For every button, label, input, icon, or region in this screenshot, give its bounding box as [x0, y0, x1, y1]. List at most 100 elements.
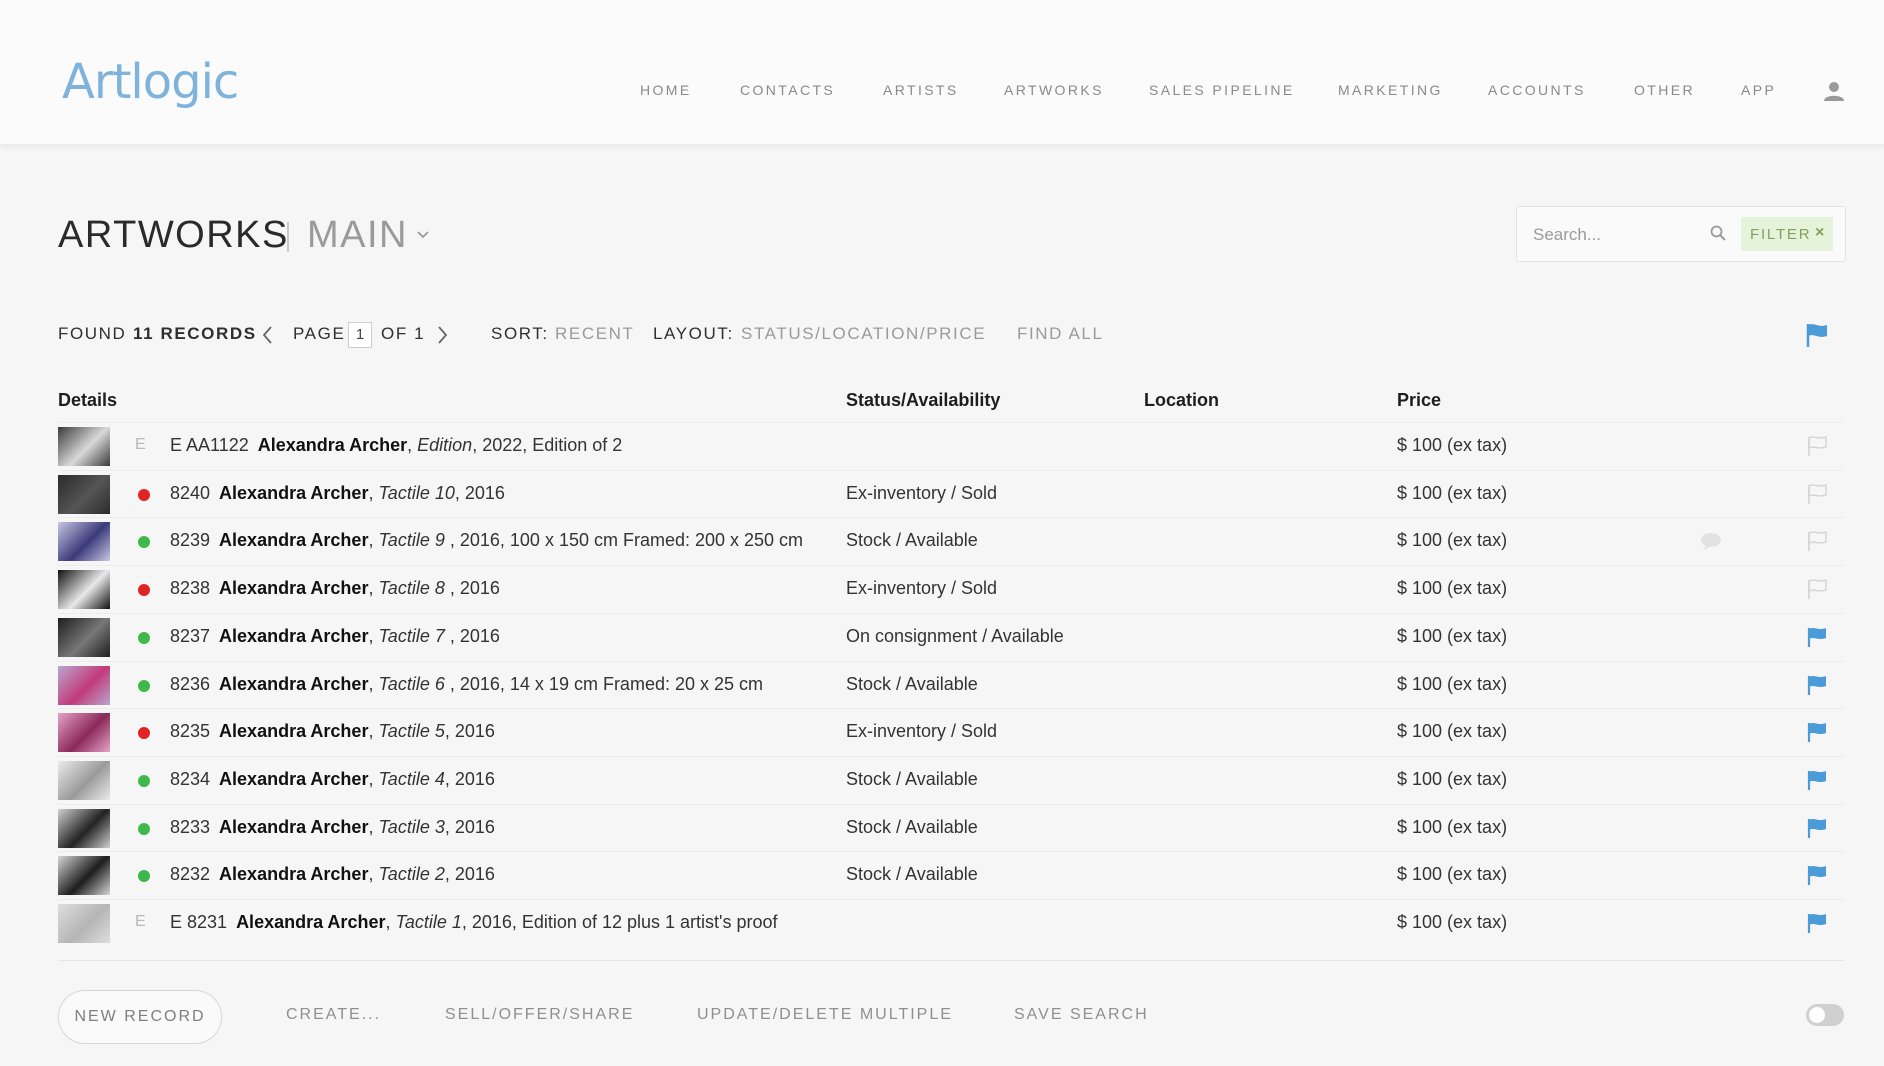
artwork-thumbnail[interactable]: [58, 570, 110, 610]
artwork-details[interactable]: 8236 Alexandra Archer, Tactile 6 , 2016,…: [170, 674, 880, 695]
separator: [210, 530, 219, 550]
artwork-thumbnail[interactable]: [58, 665, 110, 705]
artist-name[interactable]: Alexandra Archer: [219, 721, 368, 741]
nav-app[interactable]: APP: [1741, 82, 1776, 98]
save-search-link[interactable]: SAVE SEARCH: [1014, 1006, 1149, 1024]
artwork-details[interactable]: E AA1122 Alexandra Archer, Edition, 2022…: [170, 435, 880, 456]
artwork-thumbnail[interactable]: [58, 427, 110, 466]
update-delete-multiple-link[interactable]: UPDATE/DELETE MULTIPLE: [697, 1006, 953, 1024]
flag-icon[interactable]: [1806, 578, 1828, 600]
artwork-thumbnail[interactable]: [58, 522, 110, 562]
sort-label: SORT:: [491, 324, 549, 343]
view-toggle[interactable]: [1806, 1004, 1844, 1026]
artwork-title: Tactile 5: [378, 721, 445, 742]
status-dot-available: [138, 679, 150, 692]
separator: ,: [407, 435, 418, 455]
search-icon[interactable]: [1709, 224, 1727, 242]
main-nav: HOME CONTACTS ARTISTS ARTWORKS SALES PIP…: [0, 82, 1884, 102]
sort-value[interactable]: RECENT: [555, 324, 635, 344]
artwork-details[interactable]: 8235 Alexandra Archer, Tactile 5, 2016: [170, 721, 880, 742]
artwork-thumbnail[interactable]: [58, 856, 110, 896]
flag-icon[interactable]: [1805, 322, 1829, 348]
nav-accounts[interactable]: ACCOUNTS: [1488, 82, 1586, 98]
create-link[interactable]: CREATE...: [286, 1006, 381, 1024]
status-dot-available: [138, 822, 150, 835]
flag-icon[interactable]: [1806, 912, 1828, 934]
artwork-details[interactable]: 8234 Alexandra Archer, Tactile 4, 2016: [170, 769, 880, 790]
separator: [210, 864, 219, 884]
table-row[interactable]: 8232 Alexandra Archer, Tactile 2, 2016 St…: [58, 851, 1844, 899]
separator: ,: [368, 578, 379, 599]
artwork-thumbnail[interactable]: [58, 904, 110, 943]
table-row[interactable]: 8234 Alexandra Archer, Tactile 4, 2016 St…: [58, 755, 1844, 804]
flag-icon[interactable]: [1806, 769, 1828, 791]
layout-value[interactable]: STATUS/LOCATION/PRICE: [741, 324, 986, 344]
flag-icon[interactable]: [1806, 817, 1828, 839]
chevron-down-icon[interactable]: [416, 228, 430, 242]
artist-name[interactable]: Alexandra Archer: [219, 864, 368, 884]
artwork-details[interactable]: 8240 Alexandra Archer, Tactile 10, 2016: [170, 483, 880, 504]
artist-name[interactable]: Alexandra Archer: [219, 817, 368, 837]
separator: ,: [368, 530, 379, 551]
status-dot-available: [138, 536, 150, 549]
table-row[interactable]: 8233 Alexandra Archer, Tactile 3, 2016 St…: [58, 803, 1844, 852]
table-row[interactable]: 8239 Alexandra Archer, Tactile 9 , 2016,…: [58, 517, 1844, 565]
table-row[interactable]: E E 8231 Alexandra Archer, Tactile 1, 201…: [58, 899, 1844, 947]
artwork-thumbnail[interactable]: [58, 760, 110, 800]
chevron-right-icon[interactable]: [434, 324, 450, 346]
filter-chip[interactable]: FILTER ×: [1741, 217, 1833, 251]
chevron-left-icon[interactable]: [260, 324, 276, 346]
nav-artworks[interactable]: ARTWORKS: [1004, 82, 1104, 98]
close-icon[interactable]: ×: [1815, 224, 1824, 242]
nav-artists[interactable]: ARTISTS: [883, 82, 959, 98]
artwork-details[interactable]: 8237 Alexandra Archer, Tactile 7 , 2016: [170, 626, 880, 647]
artwork-details[interactable]: 8232 Alexandra Archer, Tactile 2, 2016: [170, 864, 880, 885]
artist-name[interactable]: Alexandra Archer: [219, 674, 368, 694]
table-row[interactable]: 8235 Alexandra Archer, Tactile 5, 2016 Ex…: [58, 708, 1844, 756]
table-row[interactable]: 8240 Alexandra Archer, Tactile 10, 2016 E…: [58, 469, 1844, 518]
nav-marketing[interactable]: MARKETING: [1338, 82, 1443, 98]
artwork-details[interactable]: 8233 Alexandra Archer, Tactile 3, 2016: [170, 817, 880, 838]
sell-offer-share-link[interactable]: SELL/OFFER/SHARE: [445, 1006, 634, 1024]
artist-name[interactable]: Alexandra Archer: [219, 483, 368, 503]
user-icon[interactable]: [1823, 80, 1845, 102]
table-row[interactable]: 8237 Alexandra Archer, Tactile 7 , 2016 O…: [58, 612, 1844, 661]
artist-name[interactable]: Alexandra Archer: [236, 912, 385, 932]
nav-contacts[interactable]: CONTACTS: [740, 82, 835, 98]
artwork-details[interactable]: 8239 Alexandra Archer, Tactile 9 , 2016,…: [170, 530, 880, 551]
artwork-thumbnail[interactable]: [58, 474, 110, 514]
status-availability: Stock / Available: [846, 530, 978, 551]
view-selector[interactable]: MAIN: [307, 214, 408, 257]
table-row[interactable]: 8238 Alexandra Archer, Tactile 8 , 2016 E…: [58, 565, 1844, 613]
artist-name[interactable]: Alexandra Archer: [219, 578, 368, 598]
artist-name[interactable]: Alexandra Archer: [258, 435, 407, 455]
artwork-thumbnail[interactable]: [58, 617, 110, 657]
new-record-button[interactable]: NEW RECORD: [58, 990, 222, 1044]
artwork-thumbnail[interactable]: [58, 808, 110, 848]
comment-icon[interactable]: [1700, 532, 1722, 551]
find-all-link[interactable]: FIND ALL: [1017, 324, 1104, 344]
page-of-label: OF 1: [381, 324, 426, 343]
flag-icon[interactable]: [1806, 721, 1828, 743]
nav-sales-pipeline[interactable]: SALES PIPELINE: [1149, 82, 1295, 98]
found-label: FOUND: [58, 324, 127, 343]
table-divider: [58, 960, 1844, 961]
artist-name[interactable]: Alexandra Archer: [219, 769, 368, 789]
flag-icon[interactable]: [1806, 674, 1828, 696]
artwork-details[interactable]: E 8231 Alexandra Archer, Tactile 1, 2016…: [170, 912, 880, 933]
artist-name[interactable]: Alexandra Archer: [219, 530, 368, 550]
flag-icon[interactable]: [1806, 626, 1828, 648]
flag-icon[interactable]: [1806, 483, 1828, 505]
table-row[interactable]: 8236 Alexandra Archer, Tactile 6 , 2016,…: [58, 660, 1844, 709]
artist-name[interactable]: Alexandra Archer: [219, 626, 368, 646]
flag-icon[interactable]: [1806, 530, 1828, 552]
artwork-thumbnail[interactable]: [58, 713, 110, 753]
nav-home[interactable]: HOME: [640, 82, 692, 98]
flag-icon[interactable]: [1806, 864, 1828, 886]
table-row[interactable]: E E AA1122 Alexandra Archer, Edition, 202…: [58, 422, 1844, 470]
nav-other[interactable]: OTHER: [1634, 82, 1695, 98]
page-number-input[interactable]: 1: [348, 322, 372, 348]
search-input[interactable]: [1531, 219, 1695, 251]
artwork-details[interactable]: 8238 Alexandra Archer, Tactile 8 , 2016: [170, 578, 880, 599]
flag-icon[interactable]: [1806, 435, 1828, 457]
